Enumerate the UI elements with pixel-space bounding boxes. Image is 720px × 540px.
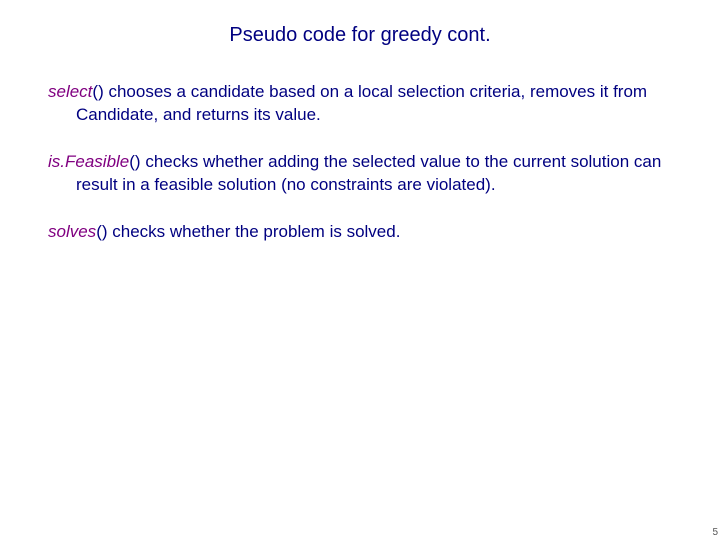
- fn-desc: checks whether adding the selected value…: [76, 152, 661, 194]
- fn-desc: checks whether the problem is solved.: [108, 222, 401, 241]
- entry-select: select() chooses a candidate based on a …: [48, 81, 672, 127]
- entry-solves: solves() checks whether the problem is s…: [48, 221, 672, 244]
- slide-body: select() chooses a candidate based on a …: [48, 81, 672, 244]
- fn-name-isfeasible: is.Feasible: [48, 152, 129, 171]
- fn-paren: (): [129, 152, 140, 171]
- fn-paren: (): [96, 222, 107, 241]
- entry-isfeasible: is.Feasible() checks whether adding the …: [48, 151, 672, 197]
- fn-name-select: select: [48, 82, 92, 101]
- slide-title: Pseudo code for greedy cont.: [48, 24, 672, 47]
- fn-name-solves: solves: [48, 222, 96, 241]
- slide: Pseudo code for greedy cont. select() ch…: [0, 0, 720, 540]
- fn-paren: (): [92, 82, 103, 101]
- fn-desc: chooses a candidate based on a local sel…: [76, 82, 647, 124]
- page-number: 5: [712, 527, 718, 538]
